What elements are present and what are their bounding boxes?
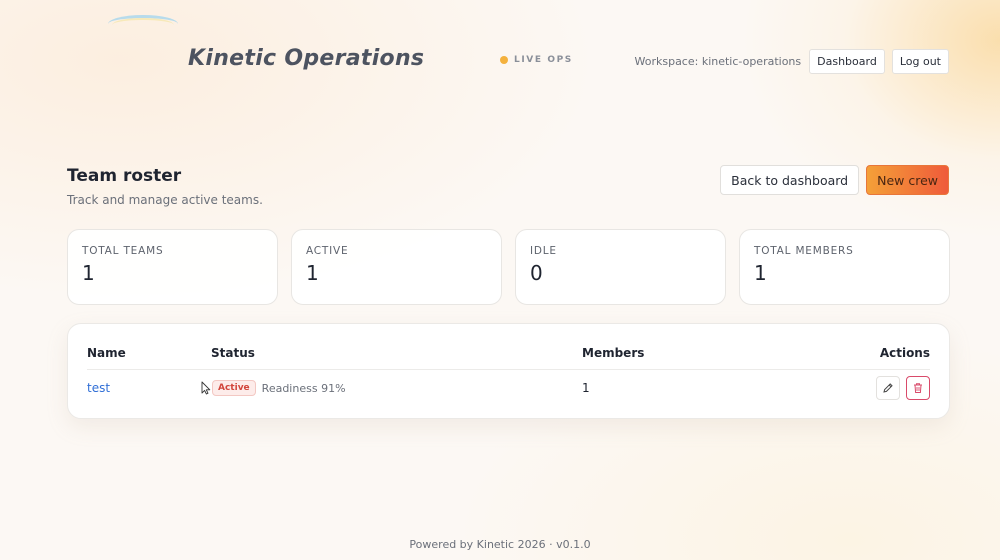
column-header-status: Status — [211, 346, 255, 360]
stats-row: TOTAL TEAMS 1 ACTIVE 1 IDLE 0 TOTAL MEMB… — [67, 229, 950, 305]
stat-value: 1 — [82, 261, 95, 285]
live-dot-icon — [500, 56, 508, 64]
column-header-members: Members — [582, 346, 645, 360]
page-actions: Back to dashboard New crew — [720, 165, 949, 195]
footer-text: Powered by Kinetic 2026 · v0.1.0 — [409, 538, 591, 551]
stat-card-total-teams: TOTAL TEAMS 1 — [67, 229, 278, 305]
stat-card-active: ACTIVE 1 — [291, 229, 502, 305]
trash-icon — [914, 383, 922, 393]
brand-title: Kinetic Operations — [188, 46, 425, 71]
stat-card-total-members: TOTAL MEMBERS 1 — [739, 229, 950, 305]
row-actions — [876, 374, 930, 402]
workspace-label: Workspace: kinetic-operations — [634, 55, 802, 68]
logout-button[interactable]: Log out — [891, 49, 949, 74]
live-label: LIVE OPS — [514, 55, 573, 65]
table-divider — [87, 369, 930, 370]
pencil-icon — [883, 383, 893, 393]
new-crew-button[interactable]: New crew — [866, 165, 949, 195]
page-subtitle: Track and manage active teams. — [67, 193, 263, 207]
page-title: Team roster — [67, 166, 182, 186]
team-name-link[interactable]: test — [87, 381, 110, 395]
back-to-dashboard-button[interactable]: Back to dashboard — [720, 165, 860, 195]
table-header: Name Status Members Actions — [68, 346, 949, 368]
members-count: 1 — [582, 381, 590, 395]
status-cell: Active Readiness 91% — [201, 374, 346, 402]
stat-value: 1 — [754, 261, 767, 285]
stat-label: TOTAL TEAMS — [82, 245, 164, 257]
dashboard-button[interactable]: Dashboard — [809, 49, 885, 74]
stat-value: 1 — [306, 261, 319, 285]
stat-label: TOTAL MEMBERS — [754, 245, 854, 257]
team-table-card: Name Status Members Actions test Active … — [67, 323, 950, 419]
status-badge: Active — [212, 380, 256, 396]
stat-label: IDLE — [530, 245, 557, 257]
edit-button[interactable] — [876, 376, 900, 400]
readiness-text: Readiness 91% — [261, 381, 346, 395]
column-header-actions: Actions — [879, 346, 930, 360]
stat-card-idle: IDLE 0 — [515, 229, 726, 305]
column-header-name: Name — [87, 346, 126, 360]
table-row: test Active Readiness 91% 1 — [68, 374, 949, 402]
stat-label: ACTIVE — [306, 245, 349, 257]
live-indicator: LIVE OPS — [500, 55, 573, 65]
delete-button[interactable] — [906, 376, 930, 400]
stat-value: 0 — [530, 261, 543, 285]
cursor-icon — [201, 381, 211, 395]
header-actions: Workspace: kinetic-operations Dashboard … — [634, 49, 949, 74]
